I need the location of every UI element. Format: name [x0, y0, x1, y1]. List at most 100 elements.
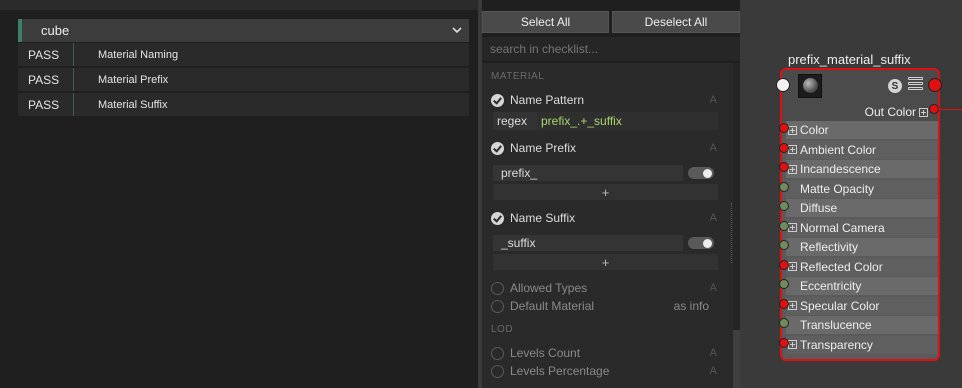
attribute-input-port[interactable] [779, 201, 789, 211]
suffix-toggle[interactable] [688, 237, 714, 249]
unchecked-circle-icon[interactable] [491, 299, 504, 313]
prefix-toggle[interactable] [688, 167, 714, 179]
unchecked-circle-icon[interactable] [491, 364, 504, 378]
expand-icon[interactable] [788, 164, 797, 174]
check-name-suffix[interactable]: Name Suffix A [491, 209, 717, 227]
attribute-label: Reflectivity [800, 240, 859, 254]
attribute-input-port[interactable] [779, 181, 789, 192]
panel-top-strip [0, 0, 478, 10]
attribute-row[interactable]: Matte Opacity [786, 179, 938, 198]
attribute-label: Specular Color [800, 298, 880, 313]
result-name: Material Naming [98, 48, 179, 61]
prefix-input[interactable]: prefix_ [493, 165, 683, 181]
result-status: PASS [18, 43, 74, 66]
attribute-row[interactable]: Color [786, 121, 938, 139]
unchecked-circle-icon[interactable] [491, 281, 504, 295]
regex-label: regex [497, 114, 528, 128]
check-levels-count[interactable]: Levels Count A [491, 344, 717, 362]
section-header-material: MATERIAL [491, 71, 545, 82]
out-color-port[interactable] [929, 104, 939, 114]
expand-icon[interactable] [788, 262, 797, 271]
asset-selector[interactable]: cube [18, 19, 469, 42]
select-all-button[interactable]: Select All [482, 11, 609, 33]
checklist-list: MATERIAL Name Pattern A regex prefix_.+_… [482, 63, 740, 388]
checklist-search-input[interactable] [482, 37, 740, 61]
node-header[interactable]: S [782, 70, 938, 102]
attribute-row[interactable]: Reflected Color [786, 257, 938, 276]
unchecked-circle-icon[interactable] [491, 346, 504, 360]
attribute-input-port[interactable] [779, 259, 789, 270]
check-name-prefix[interactable]: Name Prefix A [491, 139, 717, 157]
attribute-input-port[interactable] [779, 220, 789, 231]
attribute-row[interactable]: Diffuse [786, 199, 938, 217]
checkmark-icon[interactable] [491, 211, 504, 225]
out-color-row[interactable]: Out Color [782, 102, 938, 122]
shader-s-icon[interactable]: S [888, 79, 902, 93]
attribute-label: Incandescence [800, 162, 881, 176]
check-allowed-types[interactable]: Allowed Types A [491, 279, 717, 297]
result-name: Material Prefix [98, 73, 169, 86]
layers-icon[interactable] [908, 77, 923, 93]
check-label: Name Suffix [510, 211, 576, 225]
attribute-input-port[interactable] [779, 240, 789, 250]
check-badge: A [709, 212, 717, 224]
add-prefix-button[interactable]: + [493, 184, 718, 200]
result-name: Material Suffix [98, 98, 168, 111]
attribute-row[interactable]: Reflectivity [786, 238, 938, 256]
attribute-label: Eccentricity [800, 279, 862, 293]
checkmark-icon[interactable] [491, 93, 504, 107]
check-badge: A [709, 365, 717, 377]
attribute-input-port[interactable] [779, 162, 789, 172]
regex-value[interactable]: prefix_.+_suffix [537, 112, 718, 130]
check-levels-percentage[interactable]: Levels Percentage A [491, 362, 717, 380]
attribute-label: Normal Camera [800, 220, 885, 235]
validation-results-panel: cube PASS Material Naming PASS Material … [0, 0, 478, 388]
expand-icon[interactable] [788, 145, 797, 154]
attribute-input-port[interactable] [779, 298, 789, 309]
check-name-pattern[interactable]: Name Pattern A [491, 91, 717, 109]
result-status: PASS [18, 68, 74, 91]
check-note: as info [673, 299, 709, 313]
expand-icon[interactable] [917, 103, 928, 121]
attribute-input-port[interactable] [779, 279, 789, 289]
attribute-input-port[interactable] [779, 337, 789, 348]
attribute-label: Matte Opacity [800, 181, 875, 196]
attribute-label: Reflected Color [800, 259, 883, 274]
suffix-input[interactable]: _suffix [493, 235, 683, 251]
attribute-input-port[interactable] [779, 123, 789, 133]
check-label: Levels Count [510, 346, 581, 360]
attribute-row[interactable]: Normal Camera [786, 218, 938, 237]
check-default-material[interactable]: Default Material as info [491, 297, 717, 315]
expand-icon[interactable] [788, 125, 797, 135]
attribute-row[interactable]: Transparency [786, 335, 938, 354]
attribute-row[interactable]: Incandescence [786, 160, 938, 178]
attribute-label: Ambient Color [800, 142, 877, 157]
result-row[interactable]: PASS Material Prefix [18, 68, 469, 92]
check-label: Name Pattern [510, 93, 585, 107]
attribute-row[interactable]: Specular Color [786, 296, 938, 315]
add-suffix-button[interactable]: + [493, 254, 718, 270]
output-port[interactable] [928, 78, 942, 92]
result-row[interactable]: PASS Material Suffix [18, 93, 469, 117]
attribute-row[interactable]: Translucence [786, 316, 938, 334]
connection-wire [939, 109, 962, 110]
expand-icon[interactable] [788, 301, 797, 310]
checkmark-icon[interactable] [491, 141, 504, 155]
attribute-label: Translucence [800, 318, 872, 332]
deselect-all-button[interactable]: Deselect All [612, 11, 740, 33]
chevron-down-icon[interactable] [445, 19, 469, 42]
attribute-input-port[interactable] [779, 142, 789, 153]
expand-icon[interactable] [788, 223, 797, 232]
regex-field[interactable]: regex prefix_.+_suffix [493, 112, 718, 130]
material-swatch [798, 74, 822, 98]
scrollbar-thumb[interactable] [733, 330, 740, 388]
check-label: Levels Percentage [510, 364, 610, 378]
attribute-row[interactable]: Ambient Color [786, 140, 938, 159]
material-node[interactable]: S Out Color Color Ambient Color Incandesce… [780, 68, 940, 361]
attribute-label: Transparency [800, 337, 873, 352]
result-row[interactable]: PASS Material Naming [18, 43, 469, 67]
expand-icon[interactable] [788, 340, 797, 349]
attribute-input-port[interactable] [779, 318, 789, 328]
attribute-row[interactable]: Eccentricity [786, 277, 938, 295]
input-port-white[interactable] [776, 78, 790, 92]
